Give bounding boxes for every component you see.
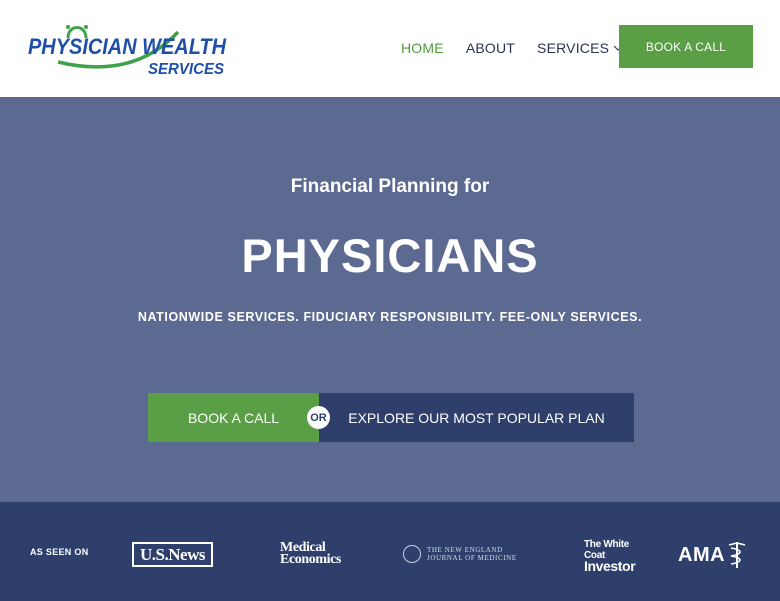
hero-cta-group: BOOK A CALL EXPLORE OUR MOST POPULAR PLA… bbox=[148, 393, 634, 442]
hero-section: Financial Planning for PHYSICIANS NATION… bbox=[0, 97, 780, 502]
svg-text:PHYSICIAN WEALTH: PHYSICIAN WEALTH bbox=[28, 34, 227, 59]
nav-home-label: HOME bbox=[401, 40, 444, 56]
hero-title: PHYSICIANS bbox=[241, 229, 539, 282]
nejm-line2: JOURNAL of MEDICINE bbox=[427, 554, 517, 562]
physician-wealth-logo[interactable]: PHYSICIAN WEALTH SERVICES bbox=[28, 18, 228, 78]
nejm-text: The NEW ENGLAND JOURNAL of MEDICINE bbox=[427, 546, 517, 562]
header-book-call-button[interactable]: BOOK A CALL bbox=[619, 25, 753, 68]
nav-about-label: ABOUT bbox=[465, 40, 516, 56]
medecon-line2: Economics bbox=[280, 552, 341, 567]
explore-plan-button[interactable]: EXPLORE OUR MOST POPULAR PLAN bbox=[319, 393, 634, 442]
nav-services-label: SERVICES bbox=[537, 40, 610, 56]
svg-text:SERVICES: SERVICES bbox=[148, 61, 224, 78]
nejm-seal-icon bbox=[403, 545, 421, 563]
hero-kicker: Financial Planning for bbox=[290, 176, 490, 197]
caduceus-icon bbox=[726, 540, 748, 570]
nav-home[interactable]: HOME bbox=[401, 38, 444, 58]
or-badge: OR bbox=[307, 406, 330, 429]
nav-services[interactable]: SERVICES bbox=[537, 38, 623, 58]
hero-book-call-button[interactable]: BOOK A CALL bbox=[148, 393, 319, 442]
medical-economics-logo: Medical Economics bbox=[280, 541, 360, 567]
nejm-logo: The NEW ENGLAND JOURNAL of MEDICINE bbox=[403, 544, 527, 564]
nejm-line1: The NEW ENGLAND bbox=[427, 546, 503, 554]
ama-text: AMA bbox=[678, 543, 726, 566]
ama-logo: AMA bbox=[678, 540, 748, 570]
press-strip: AS SEEN ON U.S.News Medical Economics Th… bbox=[0, 502, 780, 601]
site-header: PHYSICIAN WEALTH SERVICES HOME ABOUT SER… bbox=[0, 0, 780, 97]
us-news-logo: U.S.News bbox=[132, 542, 213, 567]
wci-line2: Investor bbox=[584, 558, 636, 574]
main-nav: HOME ABOUT SERVICES bbox=[401, 38, 645, 58]
hero-tagline: NATIONWIDE SERVICES. FIDUCIARY RESPONSIB… bbox=[137, 310, 643, 324]
logo-graphic: PHYSICIAN WEALTH SERVICES bbox=[28, 25, 227, 78]
as-seen-on-label: AS SEEN ON bbox=[30, 547, 89, 557]
nav-about[interactable]: ABOUT bbox=[466, 38, 515, 58]
white-coat-investor-logo: The White Coat Investor bbox=[584, 539, 636, 574]
